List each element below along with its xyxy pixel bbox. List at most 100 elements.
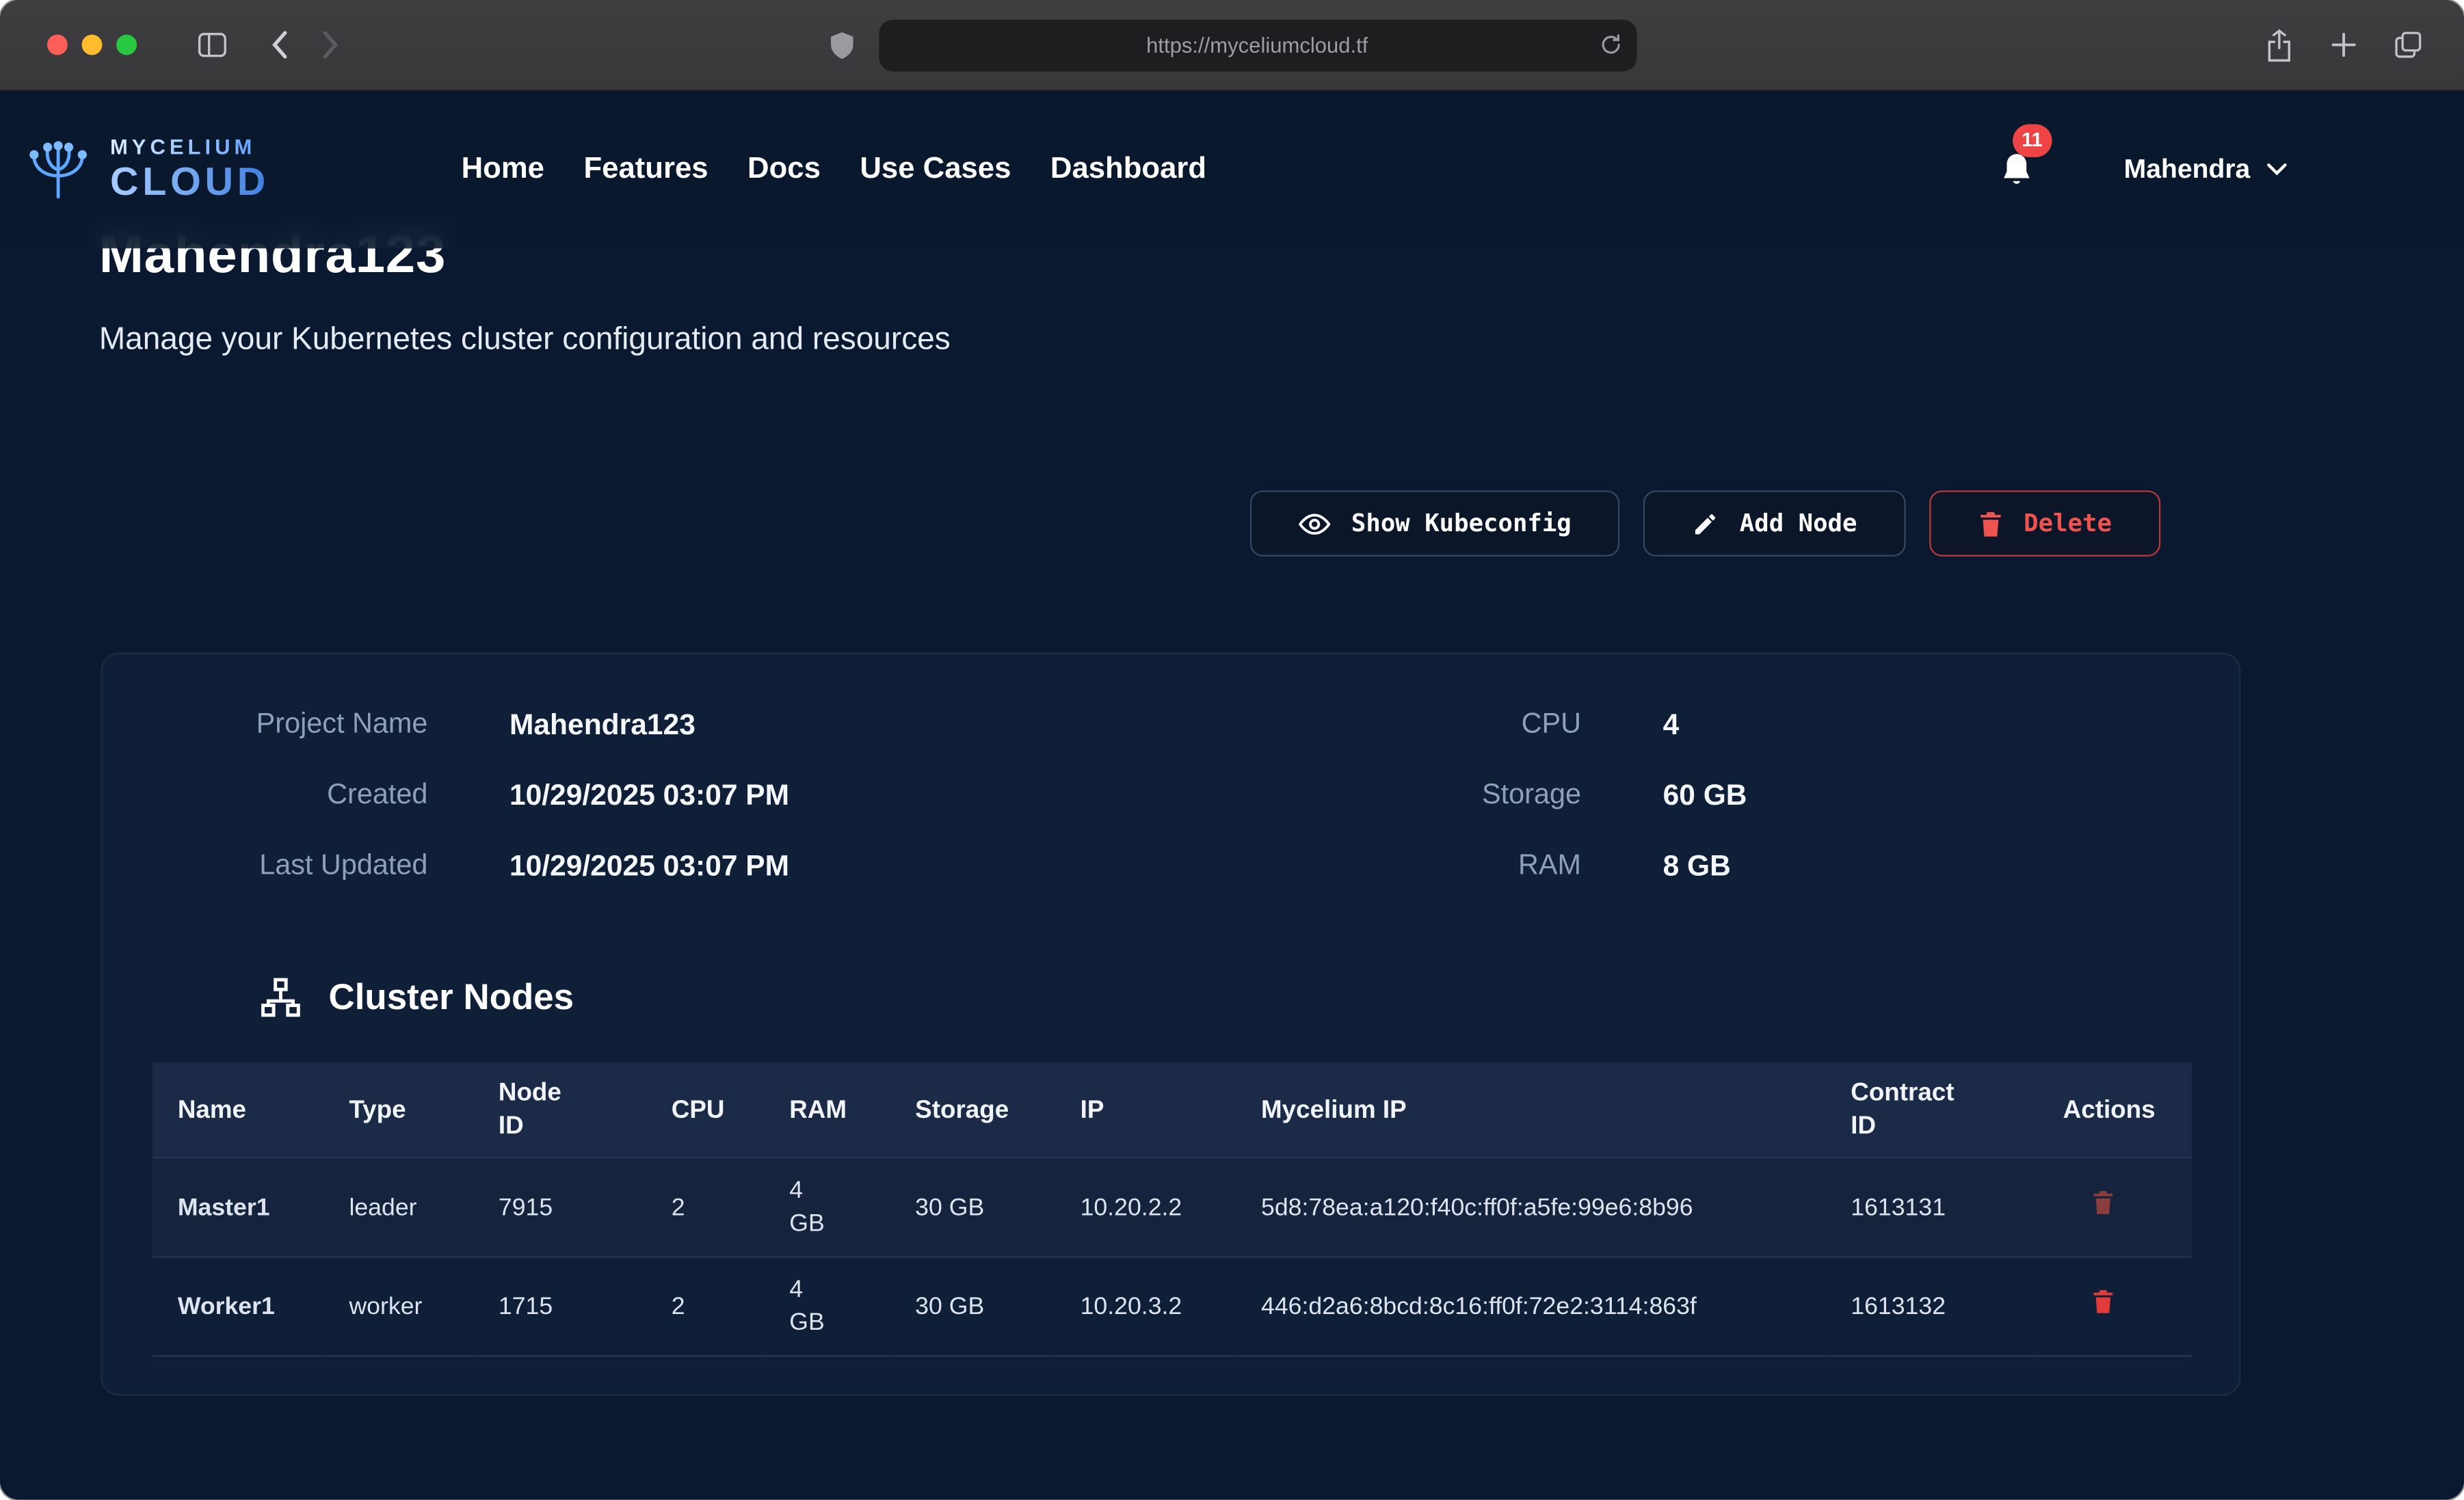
cell-contract-id: 1613132	[1825, 1257, 2037, 1356]
delete-label: Delete	[2024, 509, 2112, 537]
cell-node-id: 1715	[473, 1257, 646, 1356]
action-buttons: Show Kubeconfig Add Node Delete	[0, 490, 2160, 557]
column-header-node-id: Node ID	[473, 1062, 646, 1157]
tab-overview-button[interactable]	[2394, 30, 2424, 60]
back-button[interactable]	[269, 30, 289, 60]
table-header-row: Name Type Node ID CPU RAM Storage IP Myc…	[153, 1062, 2192, 1157]
detail-label: RAM	[1455, 842, 1581, 888]
forward-button[interactable]	[321, 30, 341, 60]
cell-ip: 10.20.3.2	[1055, 1257, 1236, 1356]
notifications-button[interactable]: 11	[1998, 150, 2035, 189]
cell-node-id: 7915	[473, 1157, 646, 1257]
add-node-button[interactable]: Add Node	[1644, 490, 1906, 557]
sidebar-toggle-button[interactable]	[196, 31, 228, 59]
detail-label: CPU	[1455, 701, 1581, 747]
cluster-page: Mahendra123 Manage your Kubernetes clust…	[0, 91, 2464, 1395]
trash-icon	[1978, 510, 2004, 537]
cell-mycelium-ip: 5d8:78ea:a120:f40c:ff0f:a5fe:99e6:8b96	[1236, 1157, 1825, 1257]
nav-item-docs[interactable]: Docs	[747, 152, 821, 187]
column-header-contract-id: Contract ID	[1825, 1062, 2037, 1157]
pencil-icon	[1693, 510, 1719, 537]
mycelium-logo-icon	[22, 138, 94, 201]
notification-badge: 11	[2012, 123, 2052, 156]
brand-logo[interactable]: MYCELIUM CLOUD	[22, 137, 269, 202]
stage: https://myceliumcloud.tf	[0, 0, 2464, 1500]
detail-value: Mahendra123	[509, 701, 789, 747]
detail-value: 10/29/2025 03:07 PM	[509, 842, 789, 888]
column-header-ram: RAM	[764, 1062, 890, 1157]
cell-cpu: 2	[646, 1157, 764, 1257]
address-area: https://myceliumcloud.tf	[828, 19, 1637, 71]
show-kubeconfig-label: Show Kubeconfig	[1351, 509, 1572, 537]
column-header-name: Name	[153, 1062, 324, 1157]
nav-item-features[interactable]: Features	[583, 152, 708, 187]
cell-name: Master1	[153, 1157, 324, 1257]
new-tab-button[interactable]	[2331, 31, 2357, 58]
chevron-left-icon	[269, 30, 289, 60]
cluster-nodes-title: Cluster Nodes	[329, 976, 574, 1019]
sidebar-icon	[196, 31, 228, 59]
toolbar-right	[2264, 27, 2423, 62]
nav-item-dashboard[interactable]: Dashboard	[1050, 152, 1206, 187]
nav-links: Home Features Docs Use Cases Dashboard	[462, 152, 1207, 187]
detail-label: Last Updated	[222, 842, 427, 888]
cluster-nodes-table: Name Type Node ID CPU RAM Storage IP Myc…	[153, 1062, 2192, 1356]
detail-label: Project Name	[222, 701, 427, 747]
chevron-down-icon	[2266, 162, 2288, 178]
cell-contract-id: 1613131	[1825, 1157, 2037, 1257]
cell-ram: 4 GB	[764, 1257, 890, 1356]
brand-name-top: MYCELIUM	[110, 137, 269, 159]
add-node-label: Add Node	[1740, 509, 1857, 537]
tabs-icon	[2394, 30, 2424, 60]
privacy-shield-icon	[828, 30, 855, 60]
chevron-right-icon	[321, 30, 341, 60]
cell-type: worker	[324, 1257, 473, 1356]
close-button[interactable]	[47, 35, 68, 55]
detail-value: 4	[1663, 701, 1747, 747]
column-header-type: Type	[324, 1062, 473, 1157]
cell-name: Worker1	[153, 1257, 324, 1356]
detail-value: 10/29/2025 03:07 PM	[509, 772, 789, 818]
nav-item-use-cases[interactable]: Use Cases	[860, 152, 1011, 187]
cell-ram: 4 GB	[764, 1157, 890, 1257]
user-name: Mahendra	[2124, 154, 2251, 185]
delete-node-button[interactable]	[2063, 1289, 2115, 1314]
detail-label: Created	[222, 772, 427, 818]
plus-icon	[2331, 31, 2357, 58]
detail-value: 8 GB	[1663, 842, 1747, 888]
show-kubeconfig-button[interactable]: Show Kubeconfig	[1251, 490, 1620, 557]
site-navbar: MYCELIUM CLOUD Home Features Docs Use Ca…	[0, 91, 2464, 248]
cell-storage: 30 GB	[890, 1257, 1055, 1356]
user-menu[interactable]: Mahendra	[2124, 154, 2288, 185]
sitemap-icon	[259, 976, 302, 1019]
column-header-ip: IP	[1055, 1062, 1236, 1157]
nav-item-home[interactable]: Home	[462, 152, 544, 187]
cell-cpu: 2	[646, 1257, 764, 1356]
delete-cluster-button[interactable]: Delete	[1929, 490, 2160, 557]
cell-storage: 30 GB	[890, 1157, 1055, 1257]
cell-actions	[2038, 1157, 2192, 1257]
zoom-button[interactable]	[116, 35, 137, 55]
reload-button[interactable]	[1598, 33, 1621, 56]
delete-node-button[interactable]	[2063, 1190, 2115, 1216]
browser-toolbar: https://myceliumcloud.tf	[0, 0, 2464, 91]
cell-type: leader	[324, 1157, 473, 1257]
eye-icon	[1299, 511, 1331, 535]
trash-icon	[2091, 1190, 2115, 1216]
column-header-mycelium-ip: Mycelium IP	[1236, 1062, 1825, 1157]
cluster-nodes-heading: Cluster Nodes	[259, 976, 2239, 1019]
reload-icon	[1598, 33, 1621, 56]
site-viewport: Mahendra123 Manage your Kubernetes clust…	[0, 91, 2464, 1499]
page-subtitle: Manage your Kubernetes cluster configura…	[99, 319, 2464, 362]
share-button[interactable]	[2264, 27, 2294, 62]
detail-value: 60 GB	[1663, 772, 1747, 818]
cell-ip: 10.20.2.2	[1055, 1157, 1236, 1257]
trash-icon	[2091, 1289, 2115, 1314]
window-controls	[47, 35, 137, 55]
cell-actions	[2038, 1257, 2192, 1356]
minimize-button[interactable]	[82, 35, 103, 55]
brand-name-bottom: CLOUD	[110, 163, 269, 202]
address-bar[interactable]: https://myceliumcloud.tf	[878, 19, 1636, 71]
column-header-storage: Storage	[890, 1062, 1055, 1157]
details-left: Project Name Mahendra123 Created 10/29/2…	[222, 701, 789, 888]
